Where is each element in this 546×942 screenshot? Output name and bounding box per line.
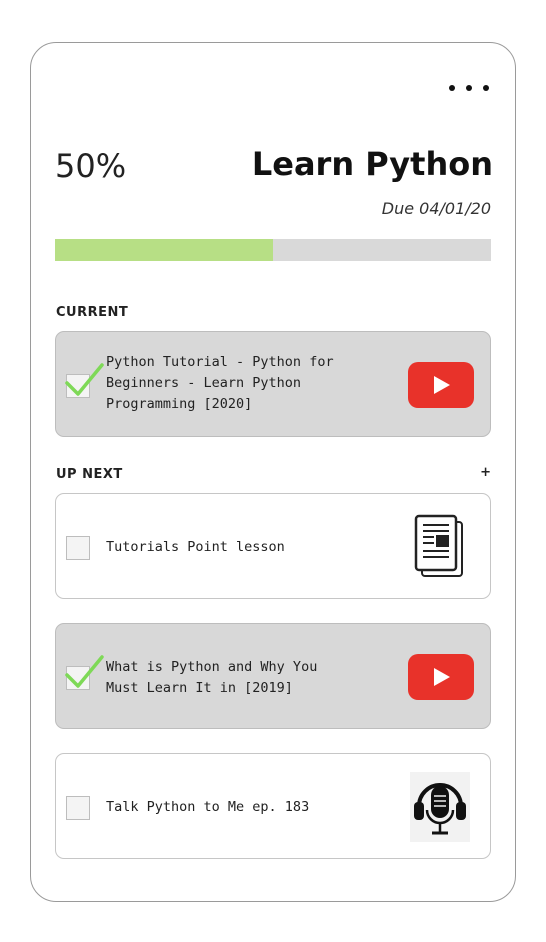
item-title: Tutorials Point lesson bbox=[106, 539, 285, 555]
add-item-button[interactable]: + bbox=[480, 465, 491, 480]
progress-bar-fill bbox=[55, 239, 273, 261]
goal-title: Learn Python bbox=[251, 145, 493, 183]
due-date: Due 04/01/20 bbox=[381, 199, 491, 218]
current-item[interactable]: Python Tutorial - Python for Beginners -… bbox=[55, 331, 491, 437]
checkmark-icon bbox=[65, 363, 104, 396]
up-next-item-talk-python[interactable]: Talk Python to Me ep. 183 bbox=[55, 753, 491, 859]
up-next-item-tutorials-point[interactable]: Tutorials Point lesson bbox=[55, 493, 491, 599]
youtube-icon[interactable] bbox=[408, 654, 474, 700]
item-checkbox[interactable] bbox=[66, 536, 90, 560]
goal-card: 50% Learn Python Due 04/01/20 CURRENT Py… bbox=[30, 42, 516, 902]
up-next-section-label: UP NEXT bbox=[56, 467, 123, 482]
item-checkbox[interactable] bbox=[65, 655, 104, 690]
document-icon[interactable] bbox=[412, 514, 468, 580]
checkmark-icon bbox=[65, 655, 104, 688]
item-title: Talk Python to Me ep. 183 bbox=[106, 799, 310, 815]
progress-bar bbox=[55, 239, 491, 261]
item-title: What is Python and Why You Must Learn It… bbox=[106, 659, 318, 696]
current-section-label: CURRENT bbox=[56, 305, 129, 320]
item-checkbox[interactable] bbox=[66, 796, 90, 820]
progress-percent: 50% bbox=[55, 147, 127, 185]
podcast-icon[interactable] bbox=[410, 772, 470, 842]
current-item-checkbox[interactable] bbox=[65, 363, 104, 398]
up-next-item-what-is-python[interactable]: What is Python and Why You Must Learn It… bbox=[55, 623, 491, 729]
current-item-title: Python Tutorial - Python for Beginners -… bbox=[106, 354, 334, 412]
youtube-icon[interactable] bbox=[408, 362, 474, 408]
more-horizontal-icon[interactable] bbox=[449, 79, 489, 97]
